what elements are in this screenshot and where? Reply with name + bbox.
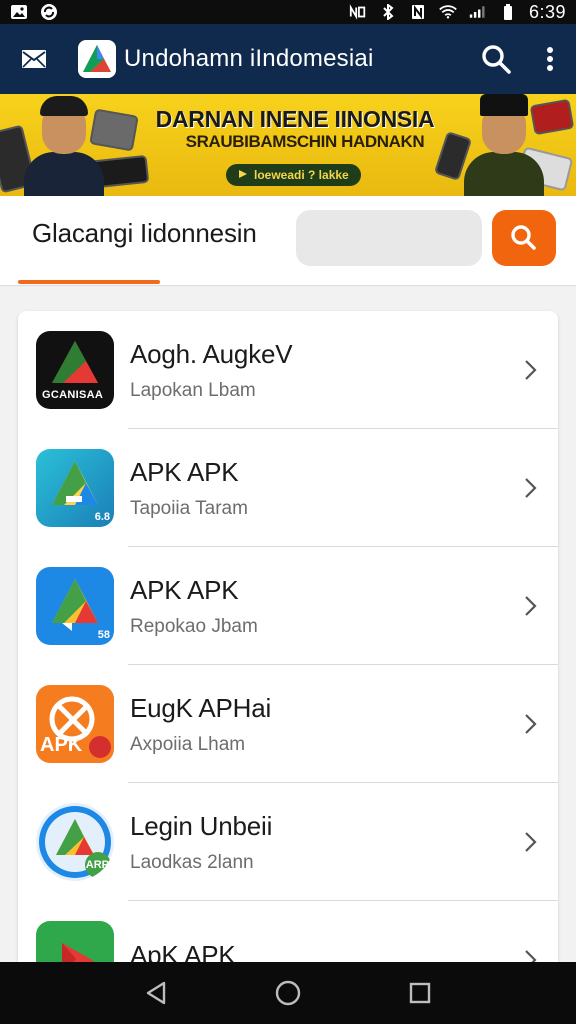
tab-indicator bbox=[18, 280, 160, 284]
app-subtitle: Laodkas 2lann bbox=[130, 851, 254, 873]
list-item[interactable]: 6.8 APK APK Tapoiia Taram bbox=[18, 429, 558, 547]
chevron-right-icon bbox=[516, 473, 546, 503]
promo-banner[interactable]: DARNAN INENE IINONSIA SRAUBIBAMSCHIN HAD… bbox=[0, 94, 576, 196]
tab-search-row: Glacangi Iidonnesin bbox=[0, 196, 576, 286]
status-left bbox=[10, 4, 58, 20]
search-input[interactable] bbox=[296, 210, 482, 266]
recents-square-icon[interactable] bbox=[398, 971, 442, 1015]
app-list: GCANISAA Aogh. AugkeV Lapokan Lbam 6.8 A… bbox=[18, 311, 558, 1011]
bluetooth-icon bbox=[379, 4, 397, 20]
app-subtitle: Axpoiia Lham bbox=[130, 733, 246, 755]
app-subtitle: Repokao Jbam bbox=[130, 615, 258, 637]
app-icon-text: GCANISAA bbox=[42, 389, 104, 401]
person-graphic-right bbox=[460, 94, 548, 196]
app-icon-text: 6.8 bbox=[94, 511, 110, 523]
status-time: 6:39 bbox=[528, 1, 566, 22]
app-name: Legin Unbeii bbox=[130, 810, 273, 841]
banner-subtitle: SRAUBIBAMSCHIN HADNAKN bbox=[185, 132, 425, 151]
chevron-right-icon bbox=[516, 827, 546, 857]
sync-icon bbox=[40, 4, 58, 20]
app-title: Undohamn iIndomesiai bbox=[124, 45, 374, 72]
app-icon-text: APK bbox=[40, 734, 83, 756]
battery-icon bbox=[499, 4, 517, 20]
app-icon-text: ARP bbox=[85, 859, 109, 871]
list-item[interactable]: APK EugK APHai Axpoiia Lham bbox=[18, 665, 558, 783]
status-bar: 6:39 bbox=[0, 0, 576, 24]
list-item[interactable]: GCANISAA Aogh. AugkeV Lapokan Lbam bbox=[18, 311, 558, 429]
search-submit-button[interactable] bbox=[492, 210, 556, 266]
more-vert-icon[interactable] bbox=[538, 39, 562, 79]
status-right: 6:39 bbox=[349, 2, 566, 23]
home-circle-icon[interactable] bbox=[266, 971, 310, 1015]
app-icon: APK bbox=[36, 685, 114, 763]
search-icon[interactable] bbox=[476, 39, 516, 79]
app-name: APK APK bbox=[130, 574, 239, 605]
app-name: Aogh. AugkeV bbox=[130, 338, 293, 369]
app-icon: 58 bbox=[36, 567, 114, 645]
chevron-right-icon bbox=[516, 355, 546, 385]
app-icon: GCANISAA bbox=[36, 331, 114, 409]
person-graphic-left bbox=[20, 96, 108, 196]
list-item[interactable]: 58 APK APK Repokao Jbam bbox=[18, 547, 558, 665]
wifi-icon bbox=[439, 4, 457, 20]
app-logo bbox=[78, 40, 116, 78]
image-icon bbox=[10, 4, 28, 20]
system-nav-bar bbox=[0, 962, 576, 1024]
banner-cta-button[interactable]: loeweadi ? lakke bbox=[226, 164, 361, 186]
app-icon-text: 58 bbox=[97, 629, 110, 641]
tab-label[interactable]: Glacangi Iidonnesin bbox=[32, 218, 257, 249]
back-triangle-icon[interactable] bbox=[134, 971, 178, 1015]
chevron-right-icon bbox=[516, 591, 546, 621]
app-icon: 6.8 bbox=[36, 449, 114, 527]
app-name: APK APK bbox=[130, 456, 239, 487]
app-icon: ARP bbox=[36, 803, 114, 881]
list-item[interactable]: ARP Legin Unbeii Laodkas 2lann bbox=[18, 783, 558, 901]
arrow-icon bbox=[238, 168, 248, 182]
nfc-icon bbox=[349, 4, 367, 20]
signal-icon bbox=[469, 4, 487, 20]
app-name: EugK APHai bbox=[130, 692, 272, 723]
search-icon bbox=[511, 225, 536, 250]
chevron-right-icon bbox=[516, 709, 546, 739]
vibrate-icon bbox=[409, 4, 427, 20]
banner-title: DARNAN INENE IINONSIA bbox=[155, 106, 435, 132]
app-subtitle: Lapokan Lbam bbox=[130, 379, 256, 401]
banner-cta-label: loeweadi ? lakke bbox=[254, 168, 349, 182]
mail-icon[interactable] bbox=[20, 45, 48, 73]
app-subtitle: Tapoiia Taram bbox=[130, 497, 248, 519]
app-bar: Undohamn iIndomesiai bbox=[0, 24, 576, 94]
